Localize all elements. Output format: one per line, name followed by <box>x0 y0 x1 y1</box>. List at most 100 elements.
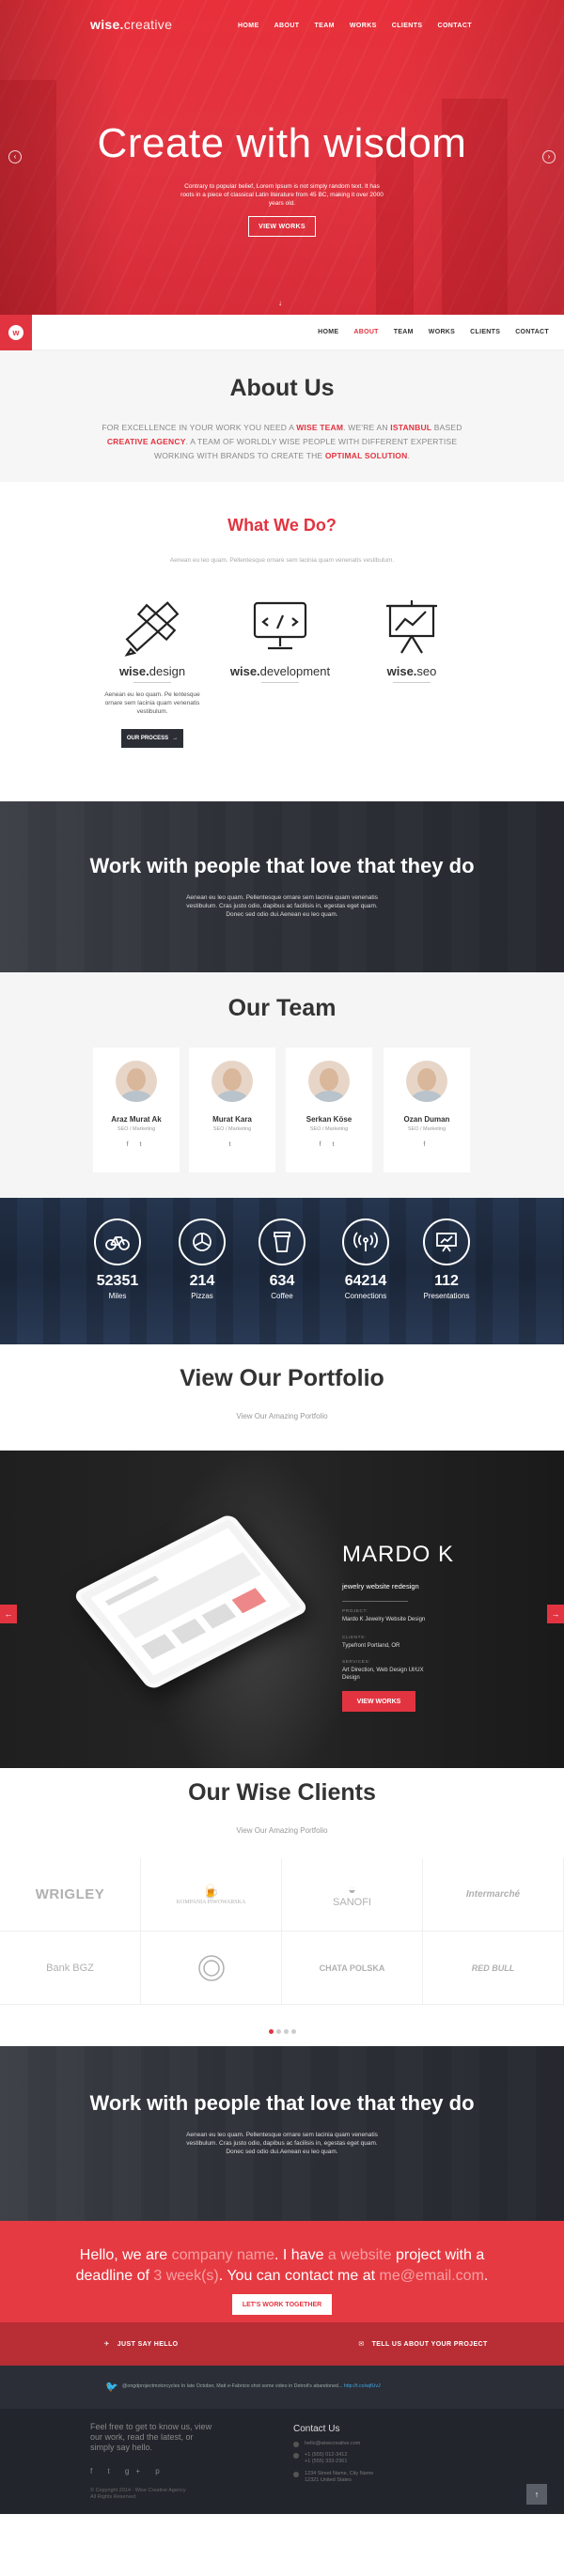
nav-contact[interactable]: CONTACT <box>438 23 473 29</box>
sticky-nav-about[interactable]: ABOUT <box>353 329 378 335</box>
stat-pizzas: 214 Pizzas <box>172 1218 232 1300</box>
hero-text: Contrary to popular belief, Lorem Ipsum … <box>180 183 384 207</box>
scroll-down-icon[interactable]: ↓ <box>278 299 282 307</box>
member-role: SEO / Marketing <box>407 1126 446 1132</box>
twitter-icon[interactable]: 🐦 <box>105 2381 118 2393</box>
brand-logo[interactable]: wise.creative <box>90 17 172 32</box>
sticky-nav-team[interactable]: TEAM <box>394 329 414 335</box>
deadline-field[interactable]: 3 week(s) <box>153 2268 218 2284</box>
location-icon <box>293 2472 299 2477</box>
client-logo-sanofi[interactable]: ◒ SANOFI <box>282 1858 423 1932</box>
slide-prev-icon[interactable]: ← <box>0 1605 17 1623</box>
client-logo-kompania[interactable]: 🍺 KOMPANIA PIWOWARSKA <box>141 1858 282 1932</box>
footer-social-icons[interactable]: f t g+ p <box>90 2467 166 2475</box>
service-desc: Aenean eu leo quam. Pe lentesque ornare … <box>104 691 200 715</box>
banner-title: Work with people that love that they do <box>89 854 475 877</box>
about-section: About Us FOR EXCELLENCE IN YOUR WORK YOU… <box>0 350 564 482</box>
coffee-icon <box>258 1218 306 1265</box>
services-meta: SERVICES: Art Direction, Web Design UI/UX… <box>342 1660 424 1681</box>
portfolio-slide: MARDO K jewelry website redesign PROJECT… <box>0 1451 564 1768</box>
client-logo-chata-polska[interactable]: CHATA POLSKA <box>282 1932 423 2005</box>
tablet-mockup <box>71 1513 310 1691</box>
sticky-nav: w HOME ABOUT TEAM WORKS CLIENTS CONTACT <box>0 315 564 350</box>
team-card[interactable]: Ozan Duman SEO / Marketing f <box>384 1047 470 1172</box>
slide-next-icon[interactable]: → <box>547 1605 564 1623</box>
phone-icon <box>293 2453 299 2459</box>
social-icons[interactable]: f t <box>286 1141 372 1148</box>
contact-email[interactable]: hello@wisecreative.com <box>293 2441 360 2447</box>
back-to-top-button[interactable]: ↑ <box>526 2484 547 2505</box>
social-icons[interactable]: t <box>189 1141 275 1148</box>
client-logo-intermarche[interactable]: Intermarché <box>423 1858 564 1932</box>
our-process-button[interactable]: OUR PROCESS → <box>121 729 183 748</box>
banner-title: Work with people that love that they do <box>89 2091 475 2115</box>
services-subtitle: Aenean eu leo quam. Pellentesque ornare … <box>169 557 395 564</box>
portfolio-subtitle: View Our Amazing Portfolio <box>236 1412 328 1420</box>
team-title: Our Team <box>227 995 337 1021</box>
copyright: © Copyright 2014 - Wise Creative Agency A… <box>90 2488 186 2500</box>
sticky-logo[interactable]: w <box>0 315 32 350</box>
client-logo-redbull[interactable]: RED BULL <box>423 1932 564 2005</box>
view-works-button[interactable]: VIEW WORKS <box>342 1691 415 1712</box>
nav-works[interactable]: WORKS <box>350 23 377 29</box>
presentation-icon <box>423 1218 470 1265</box>
cta-bar: ✈ JUST SAY HELLO ✉ TELL US ABOUT YOUR PROJ… <box>0 2322 564 2366</box>
banner-text: Aenean eu leo quam. Pellentesque ornare … <box>186 894 378 918</box>
company-name-field[interactable]: company name <box>172 2247 274 2263</box>
tweet-link[interactable]: http://t.co/wjfUvJ <box>344 2383 381 2389</box>
project-title: MARDO K <box>342 1542 455 1567</box>
contact-address: 1234 Street Name, City Name 12321 United… <box>293 2471 378 2484</box>
email-field[interactable]: me@email.com <box>380 2268 484 2284</box>
stat-miles: 52351 Miles <box>87 1218 148 1300</box>
work-banner: Work with people that love that they do … <box>0 801 564 972</box>
avatar <box>116 1061 157 1102</box>
clients-title: Our Wise Clients <box>188 1779 376 1806</box>
sticky-nav-contact[interactable]: CONTACT <box>515 329 549 335</box>
carousel-dots[interactable] <box>0 2029 564 2034</box>
twitter-feed: 🐦 @ongdprojectmotorcycles In late Octobe… <box>0 2366 564 2409</box>
nav-home[interactable]: HOME <box>238 23 259 29</box>
stat-connections: 64214 Connections <box>336 1218 396 1300</box>
arrow-right-icon: → <box>172 736 179 741</box>
client-logo-wrigley[interactable]: WRIGLEY <box>0 1858 141 1932</box>
hero-bg-building <box>0 80 56 315</box>
member-name: Araz Murat Ak <box>111 1115 162 1124</box>
social-icons[interactable]: f <box>384 1141 470 1148</box>
about-text: FOR EXCELLENCE IN YOUR WORK YOU NEED A W… <box>102 423 462 460</box>
team-card[interactable]: Murat Kara SEO / Marketing t <box>189 1047 275 1172</box>
team-card[interactable]: Araz Murat Ak SEO / Marketing f t <box>93 1047 180 1172</box>
nav-clients[interactable]: CLIENTS <box>392 23 423 29</box>
monitor-icon <box>228 595 332 657</box>
client-logo-seal[interactable] <box>141 1932 282 2005</box>
divider <box>342 1601 408 1602</box>
member-role: SEO / Marketing <box>117 1126 156 1132</box>
pencil-ruler-icon <box>101 595 204 657</box>
member-name: Murat Kara <box>212 1115 252 1124</box>
sticky-nav-works[interactable]: WORKS <box>429 329 455 335</box>
view-works-button[interactable]: VIEW WORKS <box>248 216 316 237</box>
avatar <box>406 1061 447 1102</box>
team-section: Our Team Araz Murat Ak SEO / Marketing f… <box>0 972 564 1198</box>
team-card[interactable]: Serkan Köse SEO / Marketing f t <box>286 1047 372 1172</box>
project-type-field[interactable]: a website <box>328 2247 392 2263</box>
tell-us-link[interactable]: ✉ TELL US ABOUT YOUR PROJECT <box>282 2322 564 2366</box>
clients-section: Our Wise Clients View Our Amazing Portfo… <box>0 1768 564 2046</box>
sticky-nav-clients[interactable]: CLIENTS <box>470 329 500 335</box>
sticky-nav-home[interactable]: HOME <box>318 329 338 335</box>
nav-about[interactable]: ABOUT <box>274 23 300 29</box>
lets-work-together-button[interactable]: LET'S WORK TOGETHER <box>232 2294 332 2315</box>
hero-section: wise.creative HOME ABOUT TEAM WORKS CLIE… <box>0 0 564 315</box>
contact-form-sentence: Hello, we are company name. I have a web… <box>75 2247 489 2284</box>
member-name: Serkan Köse <box>306 1115 352 1124</box>
nav-team[interactable]: TEAM <box>314 23 334 29</box>
client-logo-bankbgz[interactable]: Bank BGZ <box>0 1932 141 2005</box>
stat-presentations: 112 Presentations <box>416 1218 477 1300</box>
contact-phone: +1 (555) 012-3412 +1 (555) 333-2361 <box>293 2452 347 2465</box>
member-role: SEO / Marketing <box>309 1126 349 1132</box>
chat-icon: ✉ <box>358 2341 365 2348</box>
bicycle-icon <box>94 1218 141 1265</box>
social-icons[interactable]: f t <box>93 1141 180 1148</box>
divider <box>393 682 431 683</box>
stats-section: 52351 Miles 214 Pizzas 634 Coffee 64214 Conn… <box>0 1198 564 1344</box>
say-hello-link[interactable]: ✈ JUST SAY HELLO <box>0 2322 282 2366</box>
